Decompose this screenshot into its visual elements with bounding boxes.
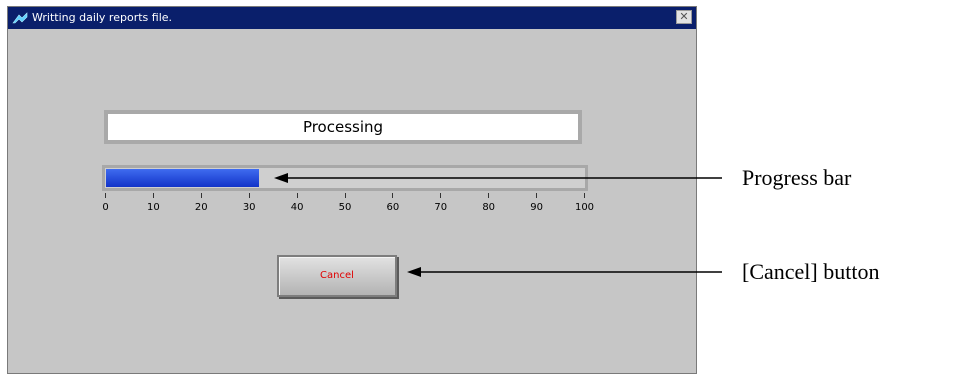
cancel-button-arrowhead (407, 267, 421, 277)
cancel-button-annotation: [Cancel] button (742, 259, 880, 284)
progress-bar-arrowhead (274, 173, 288, 183)
progress-bar-annotation: Progress bar (742, 165, 852, 190)
